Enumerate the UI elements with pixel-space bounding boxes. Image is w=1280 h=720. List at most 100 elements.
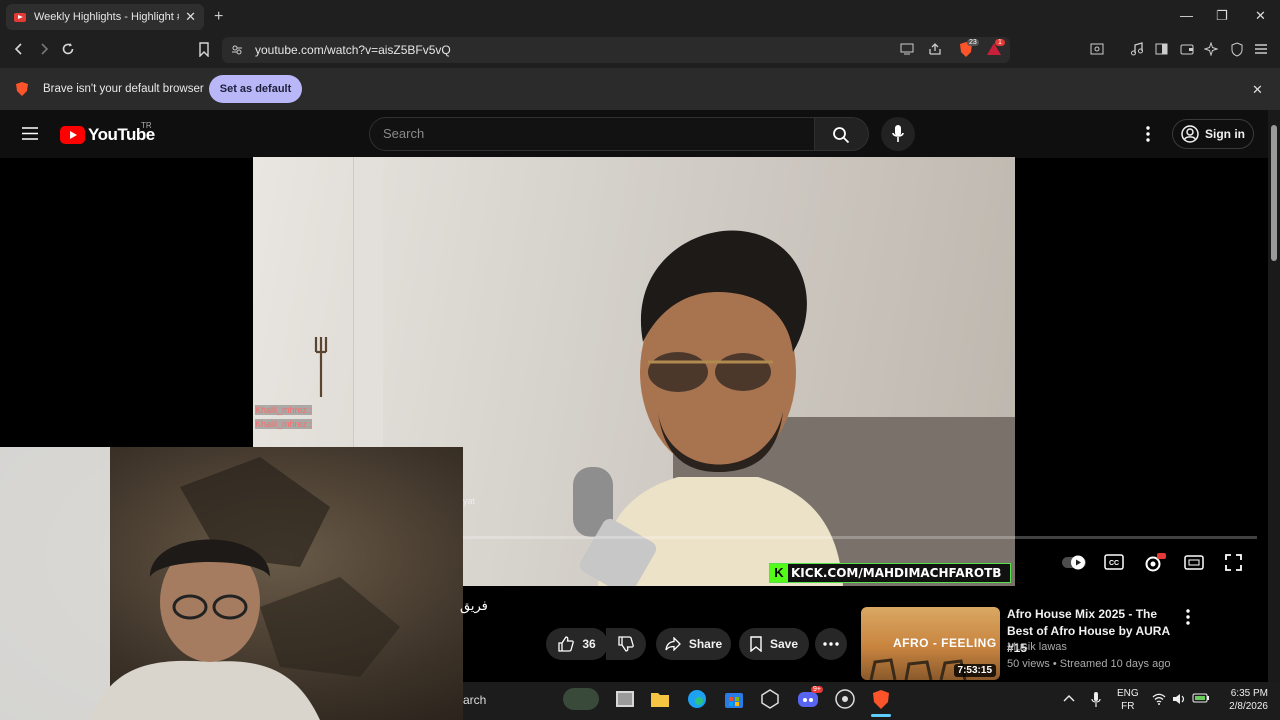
leo-ai-icon[interactable]	[1204, 42, 1218, 56]
discord-badge: 9+	[811, 686, 823, 693]
chat-message: Khalil_mhrez :	[255, 405, 313, 415]
sidebar-icon[interactable]	[1155, 43, 1168, 55]
shields-badge: 23	[967, 39, 979, 46]
search-icon	[833, 127, 850, 144]
menu-icon[interactable]	[1254, 43, 1268, 55]
search-button[interactable]	[815, 117, 869, 151]
share-page-icon[interactable]	[928, 42, 942, 56]
unity-icon[interactable]	[760, 689, 780, 709]
scrollbar-thumb[interactable]	[1271, 125, 1277, 261]
tab-title: Weekly Highlights - Highlight #2	[34, 11, 180, 23]
country-code: TR	[141, 121, 152, 130]
search-placeholder: Search	[383, 126, 425, 141]
obs-icon[interactable]	[835, 689, 855, 709]
share-button[interactable]: Share	[656, 628, 731, 660]
restore-icon[interactable]: ❐	[1216, 8, 1228, 24]
clock-date: 2/8/2026	[1229, 701, 1268, 712]
sign-in-button[interactable]: Sign in	[1172, 119, 1254, 149]
like-count: 36	[582, 637, 596, 651]
kick-url: KICK.COM/MAHDIMACHFAROTB	[791, 566, 1002, 580]
set-as-default-button[interactable]: Set as default	[209, 75, 302, 103]
thumbs-up-icon	[558, 636, 575, 652]
vpn-icon[interactable]	[1230, 42, 1244, 57]
browser-tab[interactable]: Weekly Highlights - Highlight #2 ✕	[6, 4, 204, 30]
thumbnail-label: AFRO - FEELING	[893, 636, 997, 650]
fullscreen-icon[interactable]	[1225, 554, 1242, 571]
save-button[interactable]: Save	[739, 628, 809, 660]
reload-icon[interactable]	[61, 42, 75, 56]
window-close-icon[interactable]: ✕	[1255, 8, 1266, 24]
dislike-button[interactable]	[606, 628, 646, 660]
forward-icon[interactable]	[37, 42, 51, 56]
search-highlight-icon[interactable]	[563, 688, 599, 710]
media-icon[interactable]	[1130, 42, 1144, 56]
language-secondary: FR	[1121, 701, 1135, 712]
video-duration: 7:53:15	[953, 664, 996, 677]
video-title-fragment: فريق	[460, 598, 488, 613]
svg-text:CC: CC	[1109, 560, 1119, 567]
tray-mic-icon[interactable]	[1091, 692, 1101, 708]
task-view-icon[interactable]	[615, 690, 635, 708]
rewards-badge: 1	[995, 39, 1005, 46]
chat-overlay: Khalil_mhrez : Khalil_mhrez :	[255, 405, 313, 429]
tray-chevron-icon[interactable]	[1063, 694, 1075, 702]
autoplay-toggle[interactable]	[1061, 555, 1087, 570]
back-icon[interactable]	[12, 42, 26, 56]
youtube-play-icon	[60, 126, 85, 144]
microphone-prop	[573, 467, 657, 586]
cast-icon[interactable]	[900, 43, 914, 55]
new-tab-icon[interactable]: +	[214, 8, 223, 26]
active-app-indicator	[871, 714, 891, 717]
search-input[interactable]	[369, 117, 815, 151]
settings-gear-icon[interactable]	[1144, 553, 1166, 573]
more-horizontal-icon	[823, 642, 839, 646]
system-clock[interactable]: 6:35 PM 2/8/2026	[1220, 687, 1268, 713]
youtube-favicon-icon	[14, 12, 26, 22]
fork-prop	[314, 337, 328, 397]
edge-browser-icon[interactable]	[687, 689, 707, 709]
chat-fragment: yat	[463, 496, 476, 506]
more-actions-button[interactable]	[815, 628, 847, 660]
voice-search-button[interactable]	[881, 117, 915, 151]
like-button[interactable]: 36	[546, 628, 608, 660]
recommendation-channel[interactable]: Musik lawas	[1007, 641, 1067, 653]
more-options-icon[interactable]	[1145, 126, 1151, 142]
wifi-icon[interactable]	[1152, 693, 1166, 705]
minimize-icon[interactable]: —	[1180, 8, 1193, 23]
webcam-scene	[0, 447, 400, 720]
share-icon	[665, 637, 681, 651]
battery-icon[interactable]	[1192, 692, 1210, 704]
save-icon	[750, 636, 762, 652]
thumbs-down-icon	[618, 636, 634, 652]
volume-icon[interactable]	[1172, 693, 1186, 705]
save-label: Save	[769, 637, 799, 651]
infobar-close-icon[interactable]: ✕	[1252, 82, 1263, 98]
recommendation-thumbnail[interactable]: AFRO - FEELING 7:53:15	[861, 607, 1000, 680]
webcam-overlay	[0, 447, 463, 720]
taskbar-search[interactable]: arch	[463, 693, 486, 707]
language-primary: ENG	[1117, 688, 1139, 699]
tab-close-icon[interactable]: ✕	[185, 9, 196, 25]
clock-time: 6:35 PM	[1230, 688, 1268, 699]
file-explorer-icon[interactable]	[650, 690, 670, 708]
account-icon	[1181, 125, 1199, 143]
kick-watermark: K KICK.COM/MAHDIMACHFAROTB	[769, 563, 1011, 583]
url-text[interactable]: youtube.com/watch?v=aisZ5BFv5vQ	[255, 43, 451, 57]
bookmark-icon[interactable]	[198, 42, 210, 57]
video-progress-bar[interactable]	[463, 536, 1257, 539]
wallet-icon[interactable]	[1180, 43, 1194, 55]
hamburger-menu-icon[interactable]	[22, 127, 38, 140]
sign-in-label: Sign in	[1205, 127, 1245, 141]
brave-logo-icon	[15, 81, 29, 97]
microsoft-store-icon[interactable]	[724, 689, 744, 709]
site-info-icon[interactable]	[231, 44, 243, 56]
recommendation-more-icon[interactable]	[1185, 609, 1191, 625]
recommendation-meta: 50 views • Streamed 10 days ago	[1007, 658, 1171, 670]
input-language[interactable]: ENG FR	[1117, 687, 1139, 713]
theater-mode-icon[interactable]	[1184, 555, 1204, 570]
brave-taskbar-icon[interactable]	[871, 689, 891, 711]
screenshot-icon[interactable]	[1090, 43, 1104, 55]
kick-logo-icon: K	[770, 564, 788, 582]
subtitles-icon[interactable]: CC	[1104, 554, 1124, 570]
video-door-frame	[353, 157, 383, 457]
